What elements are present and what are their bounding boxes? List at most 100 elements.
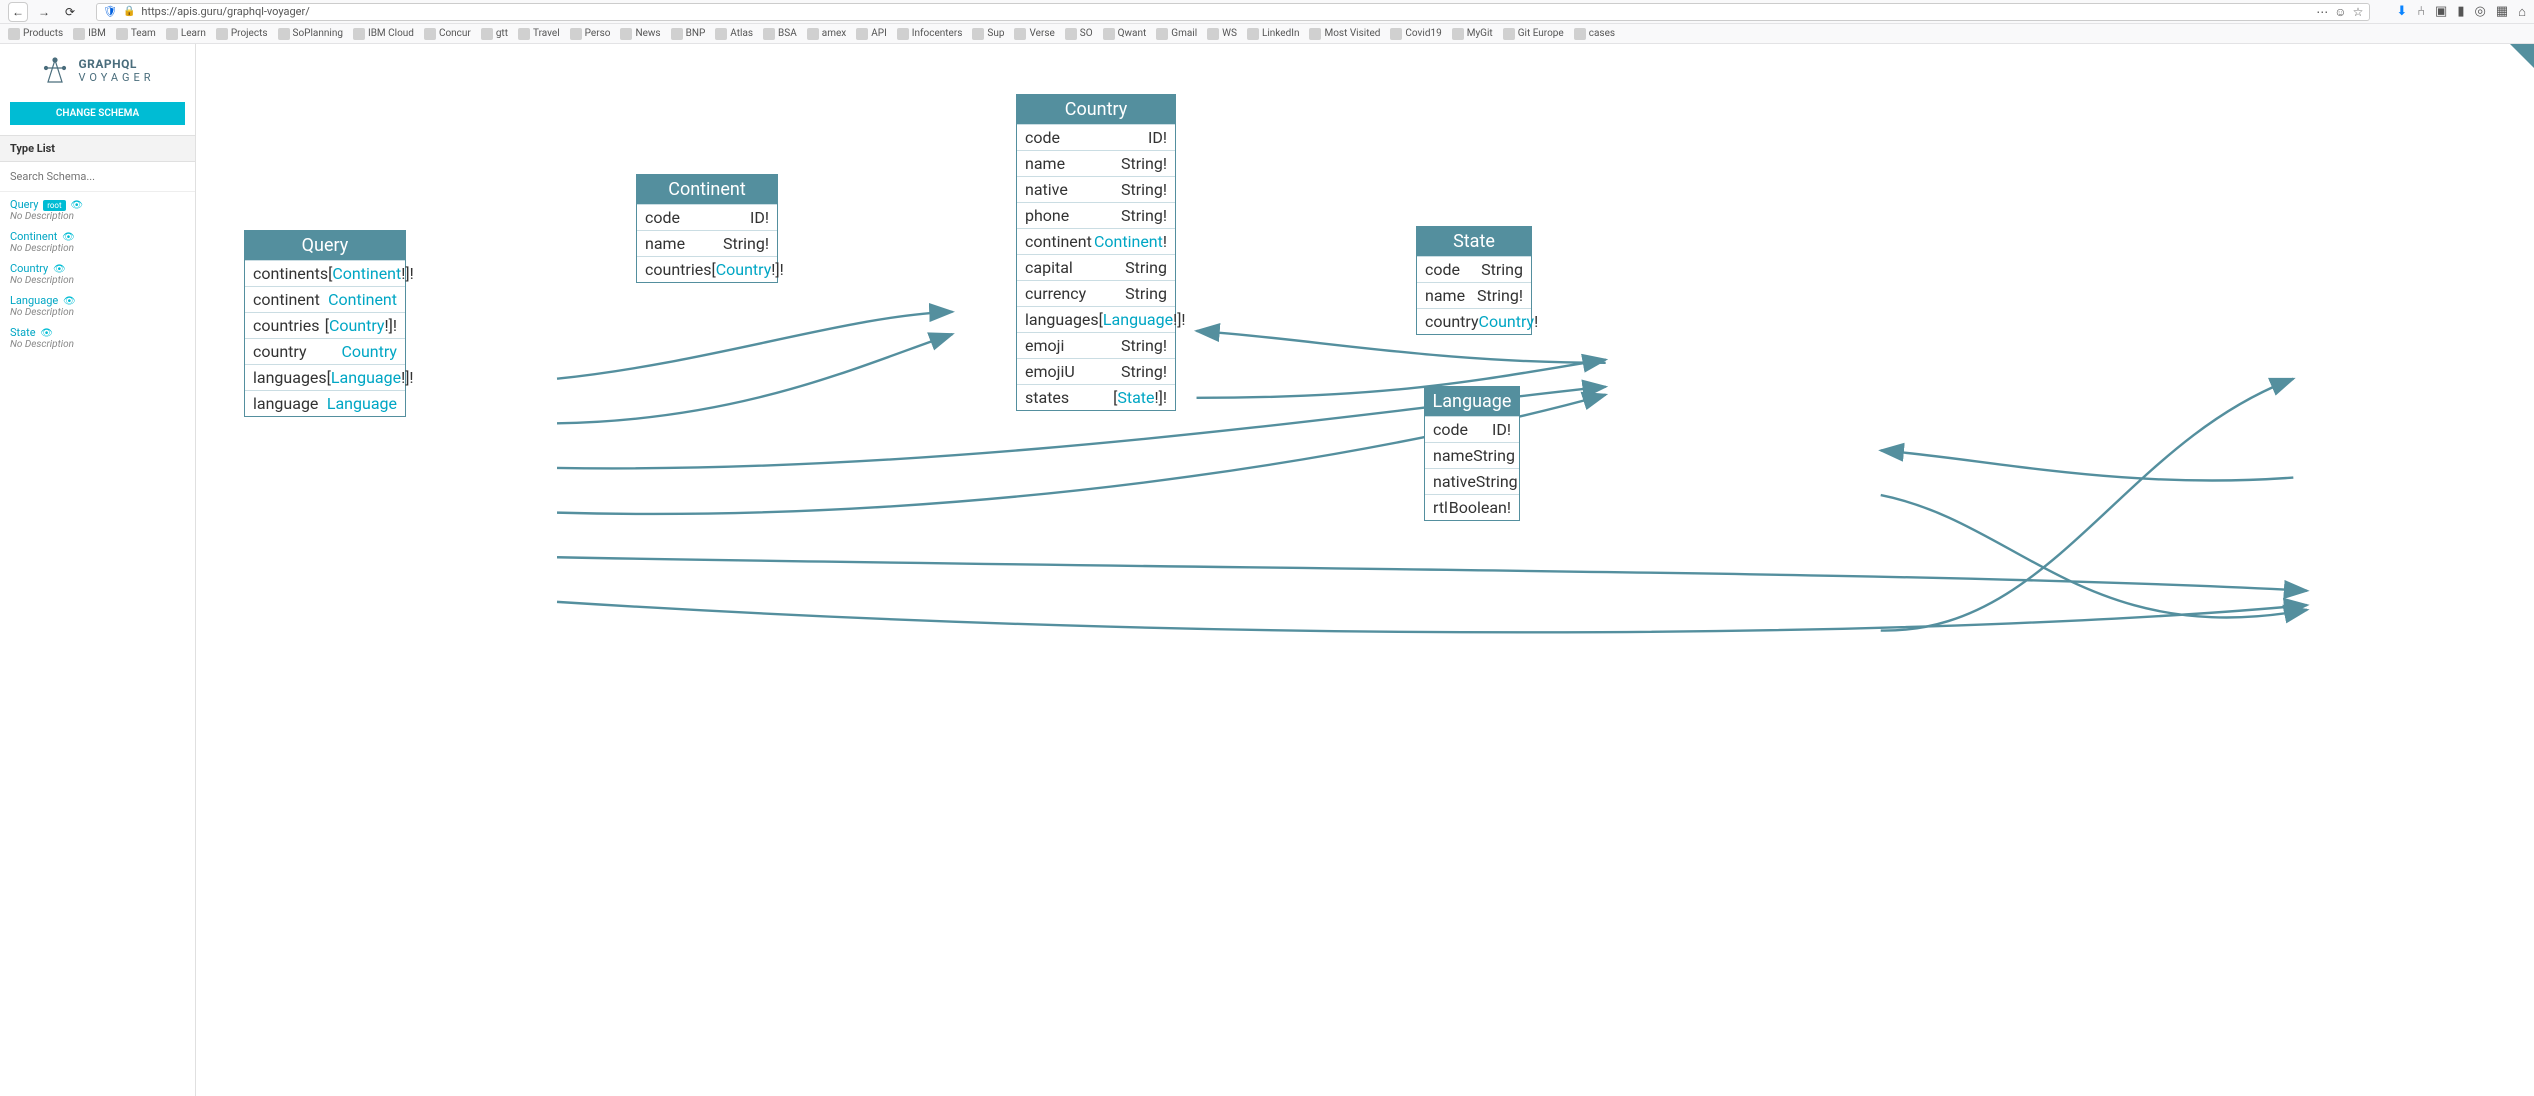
schema-canvas[interactable]: Querycontinents[Continent!]!continentCon… xyxy=(196,44,2534,1096)
node-header[interactable]: Language xyxy=(1425,387,1519,416)
node-header[interactable]: Continent xyxy=(637,175,777,204)
bookmark-item[interactable]: Learn xyxy=(166,28,206,40)
search-schema-input[interactable] xyxy=(0,162,195,192)
eye-icon[interactable]: 👁 xyxy=(62,232,75,243)
field-row[interactable]: continents[Continent!]! xyxy=(245,260,405,286)
bookmark-item[interactable]: News xyxy=(620,28,660,40)
node-continent[interactable]: ContinentcodeID!nameString!countries[Cou… xyxy=(636,174,778,283)
field-row[interactable]: currencyString xyxy=(1017,280,1175,306)
eye-icon[interactable]: 👁 xyxy=(63,296,76,307)
bookmark-item[interactable]: Covid19 xyxy=(1390,28,1441,40)
bookmark-item[interactable]: Products xyxy=(8,28,63,40)
type-list-item[interactable]: State 👁No Description xyxy=(10,326,185,350)
type-list-item[interactable]: Country 👁No Description xyxy=(10,262,185,286)
eye-icon[interactable]: 👁 xyxy=(70,200,83,211)
bookmark-item[interactable]: gtt xyxy=(481,28,508,40)
reader-icon[interactable]: ☺ xyxy=(2334,5,2346,19)
field-row[interactable]: continentContinent! xyxy=(1017,228,1175,254)
bookmark-item[interactable]: Gmail xyxy=(1156,28,1197,40)
bookmark-item[interactable]: Verse xyxy=(1014,28,1054,40)
sidebar-icon[interactable]: ▣ xyxy=(2435,4,2447,19)
type-link[interactable]: Language xyxy=(10,294,58,307)
corner-flag[interactable] xyxy=(2510,44,2534,68)
bookmark-item[interactable]: BNP xyxy=(671,28,706,40)
bookmark-item[interactable]: Team xyxy=(116,28,156,40)
ext1-icon[interactable]: ▮ xyxy=(2457,4,2464,19)
eye-icon[interactable]: 👁 xyxy=(53,264,66,275)
account-icon[interactable]: ◎ xyxy=(2475,4,2486,19)
field-row[interactable]: nameString! xyxy=(1417,282,1531,308)
ext2-icon[interactable]: ▦ xyxy=(2496,4,2508,19)
url-bar[interactable]: 🛡 🔒 https://apis.guru/graphql-voyager/ ⋯… xyxy=(96,3,2370,21)
bookmark-item[interactable]: API xyxy=(856,28,887,40)
bookmark-item[interactable]: Infocenters xyxy=(897,28,963,40)
change-schema-button[interactable]: CHANGE SCHEMA xyxy=(10,102,185,125)
download-icon[interactable]: ⬇ xyxy=(2396,4,2407,19)
type-list-item[interactable]: Language 👁No Description xyxy=(10,294,185,318)
bookmark-item[interactable]: LinkedIn xyxy=(1247,28,1300,40)
field-row[interactable]: nameString! xyxy=(1017,150,1175,176)
home-icon[interactable]: ⌂ xyxy=(2518,4,2526,20)
bookmark-item[interactable]: MyGit xyxy=(1452,28,1493,40)
field-row[interactable]: codeID! xyxy=(1425,416,1519,442)
field-row[interactable]: countryCountry! xyxy=(1417,308,1531,334)
back-button[interactable]: ← xyxy=(8,2,28,22)
node-state[interactable]: StatecodeStringnameString!countryCountry… xyxy=(1416,226,1532,335)
type-list-item[interactable]: Query root 👁No Description xyxy=(10,198,185,222)
eye-icon[interactable]: 👁 xyxy=(40,328,53,339)
bookmark-item[interactable]: Sup xyxy=(972,28,1004,40)
node-header[interactable]: Country xyxy=(1017,95,1175,124)
field-row[interactable]: countries[Country!]! xyxy=(637,256,777,282)
field-row[interactable]: nameString! xyxy=(637,230,777,256)
bookmark-item[interactable]: amex xyxy=(807,28,846,40)
field-row[interactable]: codeID! xyxy=(637,204,777,230)
field-row[interactable]: countries[Country!]! xyxy=(245,312,405,338)
node-country[interactable]: CountrycodeID!nameString!nativeString!ph… xyxy=(1016,94,1176,411)
type-link[interactable]: Country xyxy=(10,262,48,275)
field-row[interactable]: emojiUString! xyxy=(1017,358,1175,384)
node-language[interactable]: LanguagecodeID!nameStringnativeStringrtl… xyxy=(1424,386,1520,521)
field-row[interactable]: capitalString xyxy=(1017,254,1175,280)
bookmark-item[interactable]: Concur xyxy=(424,28,471,40)
field-row[interactable]: nativeString xyxy=(1425,468,1519,494)
type-list-item[interactable]: Continent 👁No Description xyxy=(10,230,185,254)
bookmark-item[interactable]: cases xyxy=(1574,28,1615,40)
node-query[interactable]: Querycontinents[Continent!]!continentCon… xyxy=(244,230,406,417)
field-row[interactable]: codeID! xyxy=(1017,124,1175,150)
library-icon[interactable]: ⑃ xyxy=(2417,4,2425,19)
bookmark-item[interactable]: Atlas xyxy=(715,28,753,40)
bookmark-item[interactable]: IBM Cloud xyxy=(353,28,414,40)
bookmark-item[interactable]: Travel xyxy=(518,28,560,40)
type-link[interactable]: Continent xyxy=(10,230,57,243)
more-icon[interactable]: ⋯ xyxy=(2316,5,2328,19)
field-row[interactable]: phoneString! xyxy=(1017,202,1175,228)
bookmark-item[interactable]: SO xyxy=(1065,28,1093,40)
field-row[interactable]: languages[Language!]! xyxy=(1017,306,1175,332)
field-row[interactable]: rtlBoolean! xyxy=(1425,494,1519,520)
bookmark-item[interactable]: Most Visited xyxy=(1309,28,1380,40)
node-header[interactable]: State xyxy=(1417,227,1531,256)
bookmark-item[interactable]: WS xyxy=(1207,28,1237,40)
node-header[interactable]: Query xyxy=(245,231,405,260)
bookmark-item[interactable]: Git Europe xyxy=(1503,28,1564,40)
reload-button[interactable]: ⟳ xyxy=(60,2,80,22)
type-link[interactable]: Query xyxy=(10,198,39,211)
field-row[interactable]: languages[Language!]! xyxy=(245,364,405,390)
field-row[interactable]: states[State!]! xyxy=(1017,384,1175,410)
bookmark-item[interactable]: SoPlanning xyxy=(278,28,343,40)
field-row[interactable]: nativeString! xyxy=(1017,176,1175,202)
bookmark-item[interactable]: IBM xyxy=(73,28,106,40)
field-row[interactable]: nameString xyxy=(1425,442,1519,468)
field-row[interactable]: continentContinent xyxy=(245,286,405,312)
field-row[interactable]: codeString xyxy=(1417,256,1531,282)
forward-button[interactable]: → xyxy=(34,2,54,22)
field-row[interactable]: languageLanguage xyxy=(245,390,405,416)
bookmark-item[interactable]: Perso xyxy=(570,28,611,40)
field-row[interactable]: emojiString! xyxy=(1017,332,1175,358)
bookmark-item[interactable]: Qwant xyxy=(1103,28,1147,40)
bookmark-item[interactable]: Projects xyxy=(216,28,268,40)
star-icon[interactable]: ☆ xyxy=(2353,5,2364,19)
field-row[interactable]: countryCountry xyxy=(245,338,405,364)
type-link[interactable]: State xyxy=(10,326,36,339)
bookmark-item[interactable]: BSA xyxy=(763,28,797,40)
